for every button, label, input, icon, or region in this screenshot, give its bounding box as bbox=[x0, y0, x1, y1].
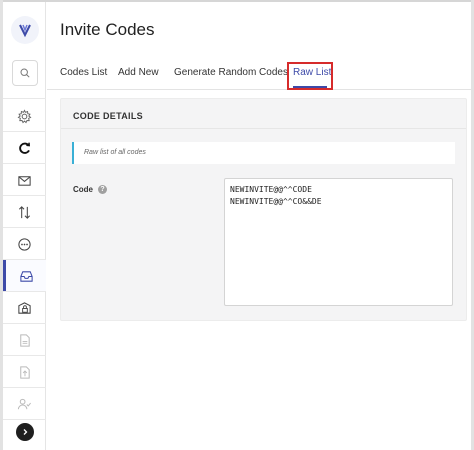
main-content: Invite Codes Codes List Add New Generate… bbox=[47, 2, 471, 450]
sidebar bbox=[3, 2, 46, 450]
sidebar-expand-button[interactable] bbox=[16, 423, 34, 441]
sidebar-item-more[interactable] bbox=[3, 228, 46, 260]
upload-icon bbox=[20, 365, 30, 379]
sidebar-item-mail[interactable] bbox=[3, 164, 46, 196]
user-check-icon bbox=[17, 398, 31, 409]
sidebar-divider bbox=[3, 98, 46, 99]
tab-generate-random-codes[interactable]: Generate Random Codes bbox=[174, 67, 288, 78]
help-icon[interactable]: ? bbox=[98, 185, 107, 194]
sidebar-item-upload[interactable] bbox=[3, 356, 46, 388]
card-title: CODE DETAILS bbox=[73, 111, 143, 121]
code-details-card: CODE DETAILS Raw list of all codes Code … bbox=[60, 98, 467, 321]
tab-add-new[interactable]: Add New bbox=[118, 67, 159, 78]
mail-icon bbox=[18, 175, 31, 186]
sidebar-divider bbox=[3, 419, 46, 420]
sidebar-item-invite-codes[interactable] bbox=[3, 260, 46, 292]
sidebar-item-users[interactable] bbox=[3, 388, 46, 420]
refresh-icon bbox=[19, 142, 30, 154]
sidebar-item-transfer[interactable] bbox=[3, 196, 46, 228]
code-label-text: Code bbox=[73, 185, 93, 194]
info-notice: Raw list of all codes bbox=[72, 142, 455, 164]
sidebar-item-settings[interactable] bbox=[3, 100, 46, 132]
info-text: Raw list of all codes bbox=[84, 149, 146, 156]
sort-arrows-icon bbox=[18, 205, 31, 219]
sidebar-item-documents[interactable] bbox=[3, 324, 46, 356]
inbox-icon bbox=[19, 270, 33, 282]
codes-textarea[interactable]: NEWINVITE@@^^CODE NEWINVITE@@^^CO&&DE bbox=[224, 178, 453, 306]
logo-icon bbox=[19, 24, 31, 38]
sidebar-search-button[interactable] bbox=[12, 60, 38, 86]
card-header: CODE DETAILS bbox=[61, 99, 466, 129]
code-field-label: Code ? bbox=[73, 185, 107, 194]
chevron-right-icon bbox=[23, 429, 28, 435]
document-icon bbox=[20, 333, 30, 347]
active-tab-indicator bbox=[293, 86, 327, 88]
gear-icon bbox=[17, 108, 32, 123]
more-circle-icon bbox=[18, 237, 31, 251]
tab-codes-list[interactable]: Codes List bbox=[60, 67, 107, 78]
search-icon bbox=[20, 68, 30, 78]
sidebar-item-sync[interactable] bbox=[3, 132, 46, 164]
app-logo[interactable] bbox=[11, 16, 39, 44]
tab-bar: Codes List Add New Generate Random Codes… bbox=[47, 62, 471, 90]
page-title: Invite Codes bbox=[60, 20, 155, 39]
mail-lock-icon bbox=[18, 301, 31, 314]
sidebar-item-secure-mail[interactable] bbox=[3, 292, 46, 324]
